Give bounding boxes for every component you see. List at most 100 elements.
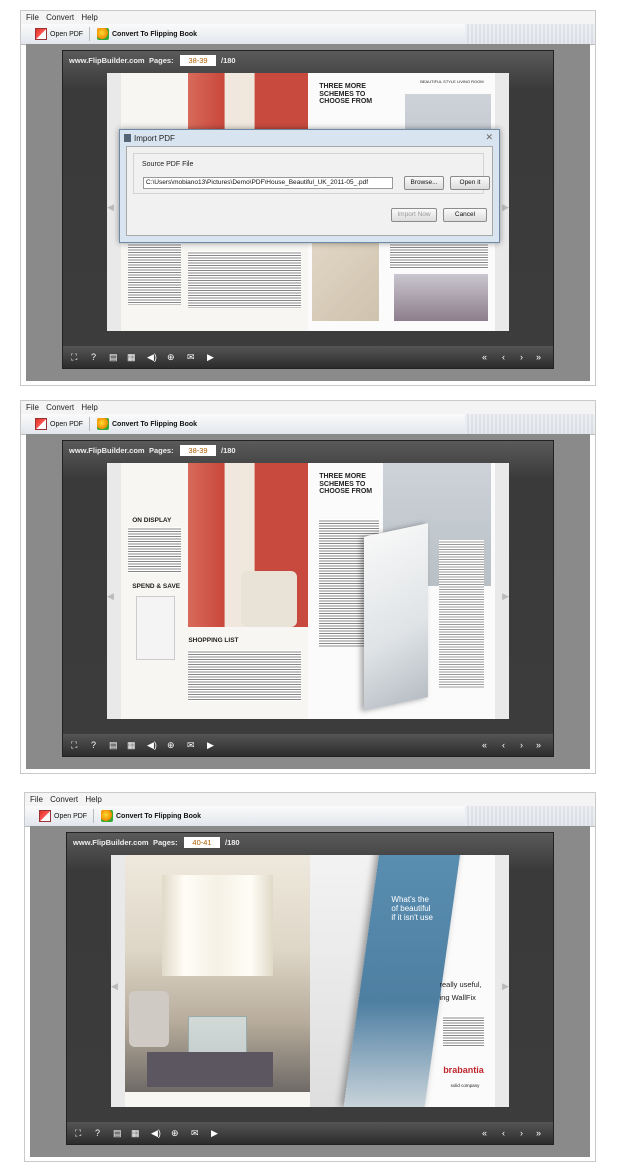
book-spread: What's the of beautiful if it isn't use … <box>111 855 509 1107</box>
help-icon[interactable]: ? <box>91 351 96 363</box>
next-page-icon[interactable]: › <box>520 739 523 751</box>
pdf-icon <box>35 28 47 40</box>
book-frame: www.FlipBuilder.com Pages: 40-41 /180 Wh… <box>66 832 554 1145</box>
page-total: /180 <box>225 838 240 847</box>
prev-page-arrow[interactable]: ◀ <box>111 981 118 992</box>
ad-body-text <box>443 1016 484 1047</box>
prev-page-arrow[interactable]: ◀ <box>107 202 114 213</box>
zoom-icon[interactable]: ⊕ <box>167 351 175 363</box>
site-label: www.FlipBuilder.com <box>69 56 145 65</box>
first-page-icon[interactable]: « <box>482 739 487 751</box>
menu-help[interactable]: Help <box>81 401 97 414</box>
prev-page-icon[interactable]: ‹ <box>502 351 505 363</box>
convert-label: Convert To Flipping Book <box>116 812 202 820</box>
sound-icon[interactable]: ◀) <box>151 1127 161 1139</box>
left-page[interactable] <box>125 855 310 1107</box>
prev-page-arrow[interactable]: ◀ <box>107 591 114 602</box>
thumbnails-icon[interactable]: ▦ <box>131 1127 140 1139</box>
thumbnails-icon[interactable]: ▦ <box>127 739 136 751</box>
next-page-arrow[interactable]: ▶ <box>502 981 509 992</box>
brand-logo: brabantia <box>443 1064 484 1075</box>
dialog-icon <box>124 134 131 142</box>
fullscreen-icon[interactable]: ⛶ <box>71 739 77 751</box>
open-pdf-button[interactable]: Open PDF <box>35 27 83 41</box>
dining-photo <box>394 274 488 321</box>
fullscreen-icon[interactable]: ⛶ <box>71 351 77 363</box>
book-spread: ON DISPLAY SPEND & SAVE SHOPPING LIST TH… <box>107 463 509 719</box>
next-page-icon[interactable]: › <box>520 351 523 363</box>
right-column-text <box>438 539 484 689</box>
browse-button[interactable]: Browse... <box>404 176 444 190</box>
page-curl <box>364 522 428 711</box>
convert-button[interactable]: Convert To Flipping Book <box>101 809 201 823</box>
dialog-body: Source PDF File C:\Users\mobiano13\Pictu… <box>126 146 493 236</box>
page-number-input[interactable]: 40-41 <box>184 837 220 848</box>
window-photo <box>162 875 273 976</box>
zoom-icon[interactable]: ⊕ <box>171 1127 179 1139</box>
flipbook-viewer: www.FlipBuilder.com Pages: 40-41 /180 Wh… <box>30 826 590 1157</box>
open-it-button[interactable]: Open it <box>450 176 490 190</box>
next-page-arrow[interactable]: ▶ <box>502 591 509 602</box>
thumbnails-icon[interactable]: ▦ <box>127 351 136 363</box>
help-icon[interactable]: ? <box>95 1127 100 1139</box>
email-icon[interactable]: ✉ <box>191 1127 199 1139</box>
menu-help[interactable]: Help <box>81 11 97 24</box>
next-page-icon[interactable]: › <box>520 1127 523 1139</box>
menu-convert[interactable]: Convert <box>46 11 74 24</box>
cancel-button[interactable]: Cancel <box>443 208 487 222</box>
left-page[interactable]: ON DISPLAY SPEND & SAVE SHOPPING LIST <box>121 463 308 719</box>
close-icon[interactable]: ✕ <box>485 132 493 143</box>
print-icon[interactable]: ▤ <box>113 1127 122 1139</box>
toolbar-divider <box>89 417 90 431</box>
next-page-arrow[interactable]: ▶ <box>502 202 509 213</box>
first-page-icon[interactable]: « <box>482 1127 487 1139</box>
toolbar: Open PDF Convert To Flipping Book <box>25 806 595 827</box>
sound-icon[interactable]: ◀) <box>147 351 157 363</box>
rug-photo <box>147 1051 273 1087</box>
page-number-input[interactable]: 38-39 <box>180 445 216 456</box>
menu-convert[interactable]: Convert <box>50 793 78 806</box>
menu-file[interactable]: File <box>26 401 39 414</box>
help-icon[interactable]: ? <box>91 739 96 751</box>
sound-icon[interactable]: ◀) <box>147 739 157 751</box>
autoplay-icon[interactable]: ▶ <box>207 739 214 751</box>
article-heading: THREE MORE SCHEMES TO CHOOSE FROM <box>319 473 372 496</box>
toolbar-pattern <box>465 24 595 44</box>
import-now-button[interactable]: Import Now <box>391 208 437 222</box>
flip-book-icon <box>101 810 113 822</box>
toolbar: Open PDF Convert To Flipping Book <box>21 414 595 435</box>
right-page[interactable]: What's the of beautiful if it isn't use … <box>310 855 495 1107</box>
email-icon[interactable]: ✉ <box>187 739 195 751</box>
fullscreen-icon[interactable]: ⛶ <box>75 1127 81 1139</box>
print-icon[interactable]: ▤ <box>109 739 118 751</box>
prev-page-icon[interactable]: ‹ <box>502 739 505 751</box>
last-page-icon[interactable]: » <box>536 351 541 363</box>
menu-bar: File Convert Help <box>21 401 595 414</box>
autoplay-icon[interactable]: ▶ <box>207 351 214 363</box>
last-page-icon[interactable]: » <box>536 739 541 751</box>
autoplay-icon[interactable]: ▶ <box>211 1127 218 1139</box>
print-icon[interactable]: ▤ <box>109 351 118 363</box>
menu-help[interactable]: Help <box>85 793 101 806</box>
convert-button[interactable]: Convert To Flipping Book <box>97 27 197 41</box>
pdf-path-field[interactable]: C:\Users\mobiano13\Pictures\Demo\PDF\Hou… <box>143 177 393 189</box>
last-page-icon[interactable]: » <box>536 1127 541 1139</box>
first-page-icon[interactable]: « <box>482 351 487 363</box>
menu-file[interactable]: File <box>26 11 39 24</box>
email-icon[interactable]: ✉ <box>187 351 195 363</box>
menu-convert[interactable]: Convert <box>46 401 74 414</box>
flip-book-icon <box>97 418 109 430</box>
dialog-title: Import PDF <box>134 134 175 143</box>
convert-button[interactable]: Convert To Flipping Book <box>97 417 197 431</box>
open-pdf-button[interactable]: Open PDF <box>39 809 87 823</box>
open-pdf-button[interactable]: Open PDF <box>35 417 83 431</box>
page-number-input[interactable]: 38-39 <box>180 55 216 66</box>
menu-file[interactable]: File <box>30 793 43 806</box>
open-pdf-label: Open PDF <box>50 420 84 428</box>
zoom-icon[interactable]: ⊕ <box>167 739 175 751</box>
right-page[interactable]: THREE MORE SCHEMES TO CHOOSE FROM <box>308 463 495 719</box>
open-pdf-label: Open PDF <box>54 812 88 820</box>
ad-headline: What's the of beautiful if it isn't use <box>391 895 433 922</box>
prev-page-icon[interactable]: ‹ <box>502 1127 505 1139</box>
ad-line: if it isn't use <box>391 913 433 923</box>
